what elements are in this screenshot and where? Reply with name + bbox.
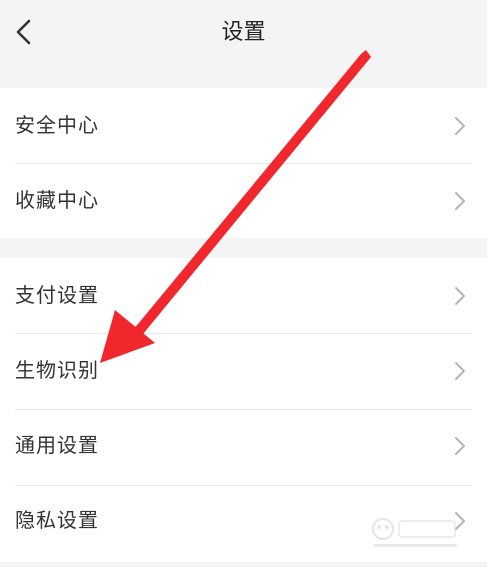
row-label: 生物识别 [15,358,99,382]
chevron-right-icon [455,437,465,455]
row-label: 收藏中心 [15,188,99,212]
top-bar: 设置 [0,0,487,68]
settings-row-favorites-center[interactable]: 收藏中心 [0,163,487,238]
settings-row-payment-settings[interactable]: 支付设置 [0,258,487,333]
settings-row-biometrics[interactable]: 生物识别 [0,333,487,408]
row-label: 安全中心 [15,113,99,137]
row-label: 隐私设置 [15,508,99,532]
watermark-logo [372,518,457,547]
settings-row-general-settings[interactable]: 通用设置 [0,408,487,483]
chevron-right-icon [455,117,465,135]
chevron-right-icon [455,192,465,210]
row-label: 通用设置 [15,433,99,457]
settings-row-security-center[interactable]: 安全中心 [0,88,487,163]
chevron-right-icon [455,362,465,380]
row-label: 支付设置 [15,283,99,307]
page-title: 设置 [221,20,266,45]
settings-group-1: 安全中心 收藏中心 [0,88,487,238]
chevron-right-icon [455,287,465,305]
